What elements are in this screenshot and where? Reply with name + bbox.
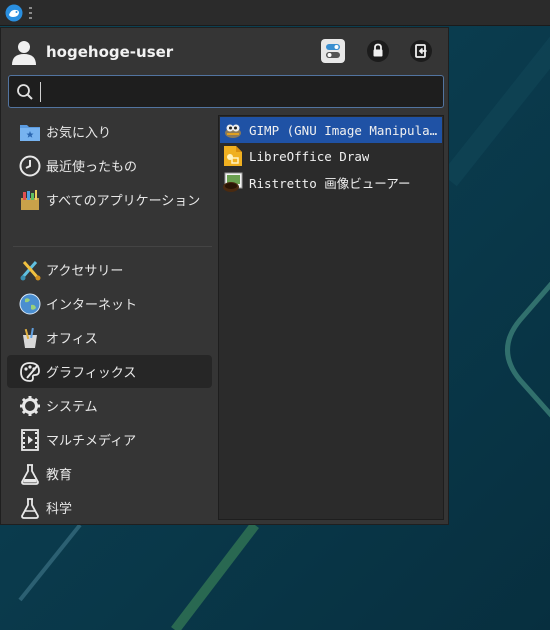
user-name: hogehoge-user — [46, 43, 174, 61]
category-label: オフィス — [46, 332, 98, 347]
panel-drag-handle[interactable] — [29, 6, 33, 19]
category-accessories[interactable]: アクセサリー — [7, 253, 212, 286]
category-recent[interactable]: 最近使ったもの — [7, 149, 212, 182]
category-multimedia[interactable]: マルチメディア — [7, 423, 212, 456]
whisker-menu-button[interactable] — [3, 2, 25, 24]
gimp-icon — [222, 119, 244, 141]
search-box[interactable] — [8, 75, 444, 108]
whisker-menu: hogehoge-user お気に入り 最近使ったもの すべてのアプリケーション… — [0, 27, 449, 525]
category-office[interactable]: オフィス — [7, 321, 212, 354]
category-all-apps[interactable]: すべてのアプリケーション — [7, 183, 212, 216]
category-label: 科学 — [46, 502, 73, 517]
search-input[interactable] — [40, 81, 443, 102]
office-icon — [18, 326, 42, 350]
category-label: 教育 — [46, 468, 73, 483]
search-icon — [17, 83, 33, 100]
all-apps-icon — [18, 188, 42, 212]
accessories-icon — [18, 258, 42, 282]
category-label: アクセサリー — [46, 264, 124, 279]
xfce-logo-icon — [5, 4, 23, 21]
settings-manager-button[interactable] — [321, 39, 345, 63]
app-item-libreoffice-draw[interactable]: LibreOffice Draw — [220, 143, 442, 169]
app-item-ristretto[interactable]: Ristretto 画像ビューアー — [220, 169, 442, 195]
app-label: Ristretto 画像ビューアー — [249, 175, 411, 191]
app-label: LibreOffice Draw — [249, 148, 370, 164]
logout-button[interactable] — [409, 39, 433, 63]
application-list: GIMP (GNU Image Manipulation Program) Li… — [218, 115, 444, 520]
category-label: インターネット — [46, 298, 138, 313]
multimedia-film-icon — [18, 428, 42, 452]
category-list: お気に入り 最近使ったもの すべてのアプリケーション アクセサリー インターネッ… — [7, 115, 212, 525]
science-flask-icon — [18, 496, 42, 520]
toggle-switches-icon — [326, 44, 340, 58]
system-gear-icon — [18, 394, 42, 418]
top-panel — [0, 0, 550, 26]
graphics-palette-icon — [18, 360, 42, 384]
category-science[interactable]: 科学 — [7, 491, 212, 524]
libreoffice-draw-icon — [222, 145, 244, 167]
ristretto-icon — [222, 171, 244, 193]
user-header: hogehoge-user — [9, 36, 441, 68]
user-avatar-icon — [9, 37, 39, 67]
education-flask-icon — [18, 462, 42, 486]
clock-icon — [18, 154, 42, 178]
category-graphics[interactable]: グラフィックス — [7, 355, 212, 388]
category-system[interactable]: システム — [7, 389, 212, 422]
category-label: システム — [46, 400, 98, 415]
lock-icon — [367, 40, 389, 62]
app-label: GIMP (GNU Image Manipulation Program) — [249, 122, 441, 138]
logout-icon — [410, 40, 432, 62]
category-education[interactable]: 教育 — [7, 457, 212, 490]
favorites-folder-icon — [18, 120, 42, 144]
app-item-gimp[interactable]: GIMP (GNU Image Manipulation Program) — [220, 117, 442, 143]
category-favorites[interactable]: お気に入り — [7, 115, 212, 148]
category-label: お気に入り — [46, 126, 112, 141]
category-separator — [13, 246, 212, 247]
category-label: マルチメディア — [46, 434, 137, 449]
globe-icon — [18, 292, 42, 316]
lock-screen-button[interactable] — [366, 39, 390, 63]
category-label: グラフィックス — [46, 366, 137, 381]
category-label: 最近使ったもの — [46, 160, 138, 175]
category-internet[interactable]: インターネット — [7, 287, 212, 320]
category-label: すべてのアプリケーション — [46, 194, 201, 209]
